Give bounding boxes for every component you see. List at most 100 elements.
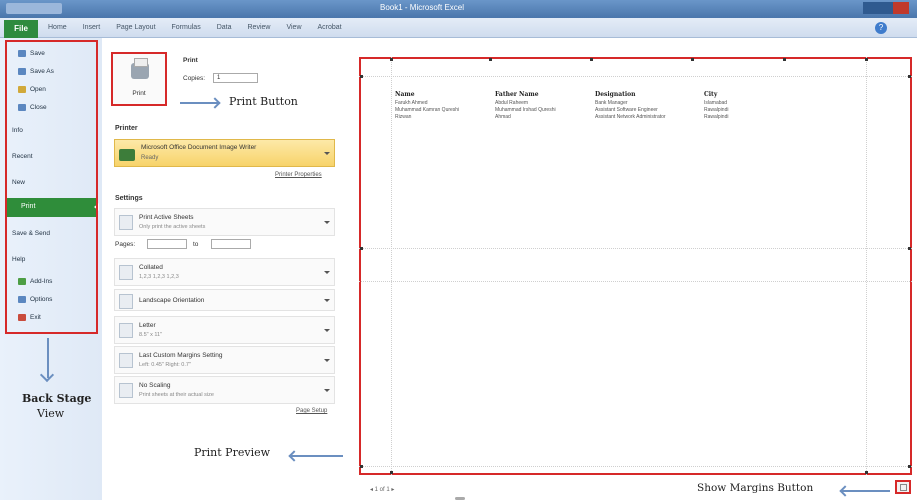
setting-collated[interactable]: Collated 1,2,3 1,2,3 1,2,3 <box>114 258 335 286</box>
column-header-designation: Designation <box>595 91 636 98</box>
add-ins-icon <box>18 278 26 285</box>
setting-scaling[interactable]: No Scaling Print sheets at their actual … <box>114 376 335 404</box>
scaling-icon <box>119 383 133 398</box>
margin-handle[interactable] <box>489 58 492 61</box>
printer-dropdown[interactable]: Microsoft Office Document Image Writer R… <box>114 139 335 167</box>
print-button-annotation: Print Button <box>229 95 298 108</box>
backstage-item-options[interactable]: Options <box>18 296 52 303</box>
printer-icon <box>131 58 149 79</box>
margin-handle[interactable] <box>360 465 363 468</box>
left-arrow-icon <box>842 490 890 492</box>
pages-to-input[interactable] <box>211 239 251 249</box>
down-arrow-icon <box>47 338 49 378</box>
margin-handle[interactable] <box>691 58 694 61</box>
save-icon <box>18 50 26 57</box>
setting-print-active-sheets[interactable]: Print Active Sheets Only print the activ… <box>114 208 335 236</box>
table-cell: Muhammad Irshad Qureshi <box>495 107 556 113</box>
tab-acrobat[interactable]: Acrobat <box>318 24 342 31</box>
window-controls[interactable] <box>863 2 909 14</box>
bottom-margin-line[interactable] <box>359 466 912 467</box>
tab-home[interactable]: Home <box>48 24 67 31</box>
back-stage-annotation-line2: View <box>37 407 65 420</box>
print-button[interactable]: Print <box>111 52 167 106</box>
backstage-item-save[interactable]: Save <box>18 50 45 57</box>
close-window-icon[interactable] <box>893 2 909 14</box>
setting-paper-size[interactable]: Letter 8.5" x 11" <box>114 316 335 344</box>
chevron-down-icon <box>324 152 330 155</box>
backstage-item-new[interactable]: New <box>12 179 25 186</box>
chevron-down-icon <box>324 359 330 362</box>
margin-handle[interactable] <box>865 471 868 474</box>
margin-handle[interactable] <box>865 58 868 61</box>
margin-handle[interactable] <box>590 58 593 61</box>
setting-orientation[interactable]: Landscape Orientation <box>114 289 335 311</box>
copies-label: Copies: <box>183 75 206 82</box>
backstage-item-info[interactable]: Info <box>12 127 23 134</box>
column-header-name: Name <box>395 91 415 98</box>
backstage-item-add-ins[interactable]: Add-Ins <box>18 278 52 285</box>
backstage-item-recent[interactable]: Recent <box>12 153 33 160</box>
close-icon <box>18 104 26 111</box>
copies-stepper[interactable]: 1 <box>213 73 258 83</box>
margin-handle[interactable] <box>783 58 786 61</box>
paper-icon <box>119 323 133 338</box>
backstage-item-save-send[interactable]: Save & Send <box>12 230 50 237</box>
pages-to-label: to <box>193 241 199 248</box>
page-setup-link[interactable]: Page Setup <box>296 408 327 414</box>
print-heading: Print <box>183 57 198 64</box>
tab-insert[interactable]: Insert <box>83 24 101 31</box>
tab-view[interactable]: View <box>286 24 301 31</box>
printer-section-header: Printer <box>115 125 138 132</box>
right-margin-line[interactable] <box>866 57 867 475</box>
window-title: Book1 - Microsoft Excel <box>380 3 465 12</box>
margin-handle[interactable] <box>360 75 363 78</box>
table-cell: Abdul Raheem <box>495 100 529 106</box>
top-margin-line[interactable] <box>359 76 912 77</box>
tab-file[interactable]: File <box>4 20 38 38</box>
left-arrow-icon <box>291 455 343 457</box>
table-cell: Rizwan <box>395 114 412 120</box>
tab-review[interactable]: Review <box>248 24 271 31</box>
margin-handle[interactable] <box>908 247 911 250</box>
landscape-icon <box>119 294 133 309</box>
setting-margins[interactable]: Last Custom Margins Setting Left: 0.45" … <box>114 346 335 374</box>
margin-handle[interactable] <box>908 465 911 468</box>
open-icon <box>18 86 26 93</box>
margin-handle[interactable] <box>908 75 911 78</box>
footer-margin-line[interactable] <box>359 281 912 282</box>
tab-data[interactable]: Data <box>217 24 232 31</box>
right-arrow-icon <box>180 102 218 104</box>
header-margin-line[interactable] <box>359 248 912 249</box>
chevron-down-icon <box>324 271 330 274</box>
table-cell: Ahmad <box>495 114 511 120</box>
print-preview-annotation: Print Preview <box>194 446 271 459</box>
backstage-item-exit[interactable]: Exit <box>18 314 41 321</box>
show-margins-button[interactable] <box>895 480 911 494</box>
help-icon[interactable]: ? <box>875 22 887 34</box>
backstage-item-save-as[interactable]: Save As <box>18 68 54 75</box>
left-margin-line[interactable] <box>391 57 392 475</box>
exit-icon <box>18 314 26 321</box>
chevron-down-icon <box>324 299 330 302</box>
chevron-down-icon <box>324 389 330 392</box>
backstage-item-open[interactable]: Open <box>18 86 46 93</box>
backstage-item-help[interactable]: Help <box>12 256 25 263</box>
table-cell: Assistant Software Engineer <box>595 107 658 113</box>
tab-page-layout[interactable]: Page Layout <box>116 24 155 31</box>
back-stage-annotation-line1: Back Stage <box>22 392 92 405</box>
margin-handle[interactable] <box>390 471 393 474</box>
margin-handle[interactable] <box>390 58 393 61</box>
quick-access-toolbar[interactable] <box>6 3 62 14</box>
pages-from-input[interactable] <box>147 239 187 249</box>
printer-properties-link[interactable]: Printer Properties <box>275 172 322 178</box>
column-header-city: City <box>704 91 718 98</box>
margin-handle[interactable] <box>360 247 363 250</box>
printer-name: Microsoft Office Document Image Writer <box>141 144 257 151</box>
save-as-icon <box>18 68 26 75</box>
table-cell: Islamabad <box>704 100 728 106</box>
column-header-father-name: Father Name <box>495 91 539 98</box>
backstage-item-close[interactable]: Close <box>18 104 47 111</box>
page-navigator[interactable]: ◂ 1 of 1 ▸ <box>370 486 394 493</box>
table-cell: Farukh Ahmed <box>395 100 428 106</box>
tab-formulas[interactable]: Formulas <box>172 24 201 31</box>
